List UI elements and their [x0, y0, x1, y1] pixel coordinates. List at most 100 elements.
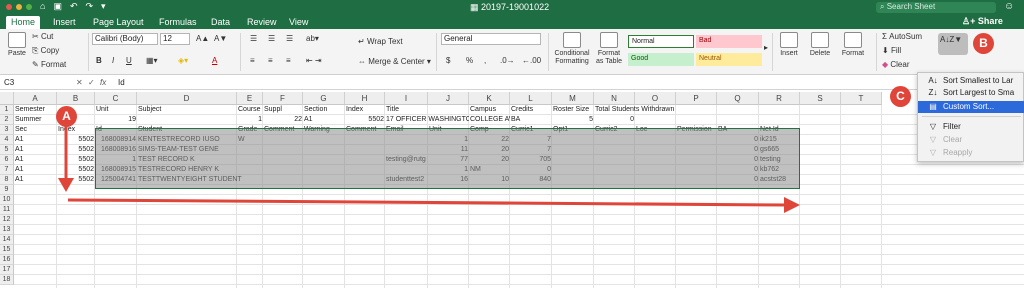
- comma-button[interactable]: ,: [484, 56, 486, 65]
- tab-data[interactable]: Data: [206, 16, 235, 28]
- cell-i1[interactable]: Title: [385, 105, 469, 115]
- feedback-smiley-icon[interactable]: ☺: [1004, 1, 1014, 12]
- style-neutral[interactable]: Neutral: [696, 53, 762, 66]
- underline-button[interactable]: U: [126, 56, 132, 65]
- column-header-h[interactable]: H: [345, 92, 385, 105]
- cell-a2[interactable]: Summer: [14, 115, 95, 125]
- search-sheet-input[interactable]: ⌕ Search Sheet: [876, 2, 996, 13]
- row-header-1[interactable]: 1: [0, 105, 14, 115]
- cell-c1[interactable]: Unit: [95, 105, 137, 115]
- column-header-c[interactable]: C: [95, 92, 137, 105]
- cell-n1[interactable]: Total Students Withdrawn: [594, 105, 717, 115]
- wrap-text-button[interactable]: ↵ Wrap Text: [358, 37, 403, 46]
- menu-custom-sort[interactable]: ▤ Custom Sort...: [918, 101, 1024, 113]
- conditional-formatting-button[interactable]: Conditional Formatting: [552, 32, 592, 66]
- cell-a3[interactable]: Sec: [14, 125, 57, 135]
- fill-button[interactable]: ⬇ Fill: [882, 46, 901, 55]
- row-header-10[interactable]: 10: [0, 195, 14, 205]
- column-header-i[interactable]: I: [385, 92, 428, 105]
- cell-n2[interactable]: 0: [594, 115, 635, 125]
- row-header-4[interactable]: 4: [0, 135, 14, 145]
- tab-home[interactable]: Home: [6, 16, 41, 29]
- font-size-select[interactable]: 12: [160, 33, 190, 45]
- row-header-8[interactable]: 8: [0, 175, 14, 185]
- borders-icon[interactable]: ▦▾: [146, 56, 158, 65]
- select-all-corner[interactable]: [0, 92, 14, 105]
- close-window-icon[interactable]: [6, 4, 12, 10]
- more-icon[interactable]: ▾: [101, 1, 106, 12]
- cell-b6[interactable]: 5502: [57, 155, 95, 165]
- window-controls[interactable]: [6, 4, 32, 10]
- column-header-n[interactable]: N: [594, 92, 635, 105]
- style-good[interactable]: Good: [628, 53, 694, 66]
- tab-formulas[interactable]: Formulas: [154, 16, 202, 28]
- tab-insert[interactable]: Insert: [48, 16, 81, 28]
- fx-button[interactable]: fx: [100, 78, 106, 87]
- decrease-decimal-icon[interactable]: ←.00: [522, 56, 541, 65]
- name-box[interactable]: C3: [4, 78, 54, 87]
- column-header-p[interactable]: P: [676, 92, 717, 105]
- column-header-b[interactable]: B: [57, 92, 95, 105]
- copy-button[interactable]: ⎘ Copy: [32, 46, 59, 56]
- align-right-icon[interactable]: ≡: [286, 56, 291, 65]
- cell-a7[interactable]: A1: [14, 165, 57, 175]
- cell-b8[interactable]: 5502: [57, 175, 95, 185]
- zoom-window-icon[interactable]: [26, 4, 32, 10]
- tab-page-layout[interactable]: Page Layout: [88, 16, 149, 28]
- align-left-icon[interactable]: ≡: [250, 56, 255, 65]
- row-header-18[interactable]: 18: [0, 275, 14, 285]
- row-header-3[interactable]: 3: [0, 125, 14, 135]
- column-header-a[interactable]: A: [14, 92, 57, 105]
- undo-icon[interactable]: ↶: [70, 1, 78, 12]
- grow-font-button[interactable]: A▲: [196, 34, 209, 43]
- cell-k1[interactable]: Campus: [469, 105, 510, 115]
- cell-b7[interactable]: 5502: [57, 165, 95, 175]
- column-header-t[interactable]: T: [841, 92, 882, 105]
- row-header-2[interactable]: 2: [0, 115, 14, 125]
- row-header-9[interactable]: 9: [0, 185, 14, 195]
- cell-a4[interactable]: A1: [14, 135, 57, 145]
- column-header-l[interactable]: L: [510, 92, 552, 105]
- format-cells-button[interactable]: Format: [838, 32, 868, 57]
- delete-cells-button[interactable]: Delete: [806, 32, 834, 57]
- cell-b5[interactable]: 5502: [57, 145, 95, 155]
- paste-button[interactable]: Paste: [6, 32, 28, 57]
- shrink-font-button[interactable]: A▼: [214, 34, 227, 43]
- styles-more-icon[interactable]: ▸: [764, 43, 768, 52]
- cancel-icon[interactable]: ✕: [76, 78, 83, 87]
- insert-cells-button[interactable]: Insert: [776, 32, 802, 57]
- align-center-icon[interactable]: ≡: [268, 56, 273, 65]
- cell-a5[interactable]: A1: [14, 145, 57, 155]
- cell-l1[interactable]: Credits: [510, 105, 552, 115]
- clear-button[interactable]: ◆ Clear: [882, 60, 910, 69]
- percent-button[interactable]: %: [466, 56, 473, 65]
- cell-m2[interactable]: 5: [552, 115, 594, 125]
- home-icon[interactable]: ⌂: [40, 1, 45, 12]
- indent-icon[interactable]: ⇤ ⇥: [306, 56, 322, 65]
- formula-input[interactable]: Id: [118, 78, 125, 87]
- row-header-13[interactable]: 13: [0, 225, 14, 235]
- column-header-q[interactable]: Q: [717, 92, 759, 105]
- cell-b4[interactable]: 5502: [57, 135, 95, 145]
- row-header-16[interactable]: 16: [0, 255, 14, 265]
- cell-a1[interactable]: Semester: [14, 105, 95, 115]
- minimize-window-icon[interactable]: [16, 4, 22, 10]
- column-header-g[interactable]: G: [303, 92, 345, 105]
- style-normal[interactable]: Normal: [628, 35, 694, 48]
- save-icon[interactable]: ▣: [53, 1, 62, 12]
- merge-center-button[interactable]: ⇔ Merge & Center ▾: [358, 57, 431, 66]
- row-header-15[interactable]: 15: [0, 245, 14, 255]
- tab-view[interactable]: View: [284, 16, 313, 28]
- confirm-icon[interactable]: ✓: [88, 78, 95, 87]
- worksheet-grid[interactable]: ABCDEFGHIJKLMNOPQRST 1 2 3 4 5 6 7 8 9 10 11 12 13 14…: [0, 92, 1024, 288]
- row-header-12[interactable]: 12: [0, 215, 14, 225]
- cell-f1[interactable]: Suppl: [263, 105, 303, 115]
- cut-button[interactable]: ✂ Cut: [32, 32, 53, 41]
- menu-sort-descending[interactable]: Z↓ Sort Largest to Sma: [918, 87, 1024, 99]
- currency-button[interactable]: $: [446, 56, 450, 65]
- menu-filter[interactable]: ▽ Filter: [918, 121, 1024, 133]
- row-header-5[interactable]: 5: [0, 145, 14, 155]
- column-header-j[interactable]: J: [428, 92, 469, 105]
- cell-h1[interactable]: Index: [345, 105, 385, 115]
- cell-g2[interactable]: A1: [303, 115, 345, 125]
